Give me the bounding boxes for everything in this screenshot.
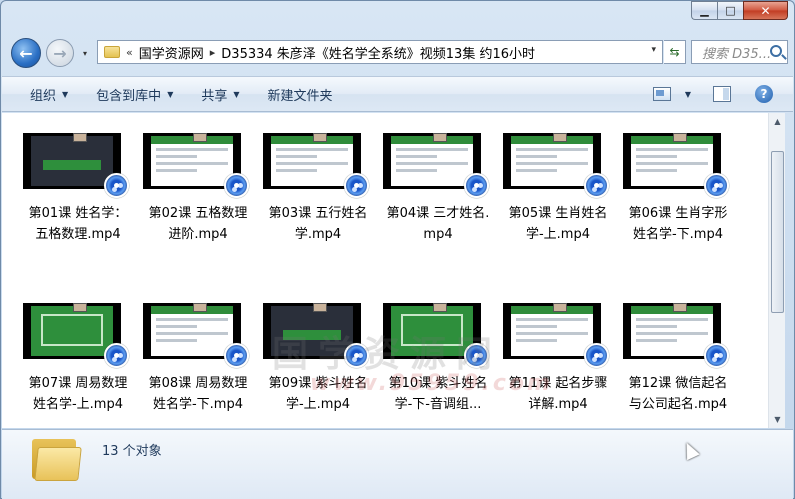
file-name-line2: 学-下-音调组... <box>394 397 482 412</box>
navigation-bar: ← → ▾ « 国学资源网 ▸ D35334 朱彦泽《姓名学全系统》视频13集 … <box>11 36 788 70</box>
search-icon[interactable] <box>770 45 782 57</box>
change-view-icon[interactable] <box>652 87 671 101</box>
file-name-line1: 第01课 姓名学： <box>28 206 128 221</box>
media-player-icon <box>464 173 489 198</box>
file-name-line1: 第08课 周易数理 <box>148 376 248 391</box>
file-name: 第04课 三才姓名. mp4 <box>380 203 496 245</box>
media-player-icon <box>344 343 369 368</box>
item-count: 13 个对象 <box>102 444 162 459</box>
address-bar[interactable]: « 国学资源网 ▸ D35334 朱彦泽《姓名学全系统》视频13集 约16小时 … <box>97 40 663 64</box>
explorer-window: ▁ □ ✕ ← → ▾ « 国学资源网 ▸ D35334 朱彦泽《姓名学全系统》… <box>0 0 795 499</box>
file-name-line2: 姓名学-下.mp4 <box>152 397 243 412</box>
media-player-icon <box>704 343 729 368</box>
file-name: 第11课 起名步骤 详解.mp4 <box>500 373 616 415</box>
media-player-icon <box>104 343 129 368</box>
media-player-icon <box>464 343 489 368</box>
file-name: 第08课 周易数理 姓名学-下.mp4 <box>140 373 256 415</box>
file-name-line1: 第12课 微信起名 <box>628 376 728 391</box>
close-button[interactable]: ✕ <box>743 1 788 20</box>
include-in-library-menu[interactable]: 包含到库中 ▼ <box>96 85 173 104</box>
file-list-area[interactable]: 第01课 姓名学： 五格数理.mp4 第02课 五格数理 进阶.mp4 第03课 五行姓… <box>2 113 768 428</box>
forward-button[interactable]: → <box>46 39 74 67</box>
preview-pane-icon[interactable] <box>713 86 731 102</box>
file-name-line2: 学-上.mp4 <box>285 397 350 412</box>
file-name: 第06课 生肖字形 姓名学-下.mp4 <box>620 203 736 245</box>
recent-pages-dropdown[interactable]: ▾ <box>83 49 87 58</box>
file-name-line1: 第07课 周易数理 <box>28 376 128 391</box>
help-icon[interactable]: ? <box>755 85 773 103</box>
media-player-icon <box>224 343 249 368</box>
search-input[interactable]: 搜索 D35... <box>691 40 788 64</box>
file-name-line1: 第03课 五行姓名 <box>268 206 368 221</box>
file-name: 第12课 微信起名 与公司起名.mp4 <box>620 373 736 415</box>
new-folder-button[interactable]: 新建文件夹 <box>268 85 333 104</box>
breadcrumb-item-current[interactable]: D35334 朱彦泽《姓名学全系统》视频13集 约16小时 <box>221 43 535 62</box>
maximize-button[interactable]: □ <box>717 1 743 20</box>
chevron-down-icon: ▼ <box>62 89 69 99</box>
back-button[interactable]: ← <box>11 38 41 68</box>
breadcrumb-separator[interactable]: ▸ <box>210 46 216 59</box>
chevron-down-icon: ▼ <box>233 89 240 99</box>
folder-icon <box>32 435 82 481</box>
view-options-dropdown[interactable]: ▼ <box>685 90 691 99</box>
media-player-icon <box>344 173 369 198</box>
organize-menu[interactable]: 组织 ▼ <box>30 85 68 104</box>
media-player-icon <box>224 173 249 198</box>
vertical-scrollbar[interactable]: ▲ ▼ <box>768 113 785 428</box>
toolbar-right: ▼ ? <box>652 85 773 103</box>
file-name-line1: 第05课 生肖姓名 <box>508 206 608 221</box>
file-name: 第09课 紫斗姓名 学-上.mp4 <box>260 373 376 415</box>
file-name: 第10课 紫斗姓名 学-下-音调组... <box>380 373 496 415</box>
caption-buttons: ▁ □ ✕ <box>691 1 788 20</box>
media-player-icon <box>584 173 609 198</box>
refresh-button[interactable]: ⇆ <box>664 40 686 64</box>
breadcrumb-item-root[interactable]: 国学资源网 <box>139 43 204 62</box>
file-name-line2: 学-上.mp4 <box>525 227 590 242</box>
file-name: 第05课 生肖姓名 学-上.mp4 <box>500 203 616 245</box>
scroll-thumb[interactable] <box>771 151 784 313</box>
command-bar: 组织 ▼ 包含到库中 ▼ 共享 ▼ 新建文件夹 ▼ ? <box>2 76 793 112</box>
minimize-button[interactable]: ▁ <box>691 1 717 20</box>
address-chevrons[interactable]: « <box>126 46 133 59</box>
file-name: 第07课 周易数理 姓名学-上.mp4 <box>20 373 136 415</box>
file-name-line2: 学.mp4 <box>294 227 342 242</box>
scroll-down-button[interactable]: ▼ <box>769 411 786 428</box>
new-folder-label: 新建文件夹 <box>267 88 333 104</box>
file-name: 第03课 五行姓名 学.mp4 <box>260 203 376 245</box>
file-name-line1: 第06课 生肖字形 <box>628 206 728 221</box>
file-name-line2: 姓名学-上.mp4 <box>32 397 123 412</box>
chevron-down-icon: ▼ <box>167 89 174 99</box>
media-player-icon <box>104 173 129 198</box>
organize-label: 组织 <box>30 88 57 104</box>
file-name-line1: 第02课 五格数理 <box>148 206 248 221</box>
address-dropdown-icon[interactable]: ▾ <box>651 45 656 55</box>
file-name-line2: 进阶.mp4 <box>168 227 228 242</box>
file-name-line2: 详解.mp4 <box>528 397 588 412</box>
share-menu[interactable]: 共享 ▼ <box>201 85 239 104</box>
file-name-line2: 五格数理.mp4 <box>35 227 121 242</box>
search-placeholder: 搜索 D35... <box>702 46 772 62</box>
details-pane: 13 个对象 <box>2 429 793 499</box>
file-name: 第02课 五格数理 进阶.mp4 <box>140 203 256 245</box>
file-name-line2: 与公司起名.mp4 <box>628 397 728 412</box>
file-name-line1: 第10课 紫斗姓名 <box>388 376 488 391</box>
file-name-line1: 第09课 紫斗姓名 <box>268 376 368 391</box>
file-name-line2: 姓名学-下.mp4 <box>632 227 723 242</box>
share-label: 共享 <box>201 88 228 104</box>
file-name-line2: mp4 <box>423 227 453 242</box>
media-player-icon <box>584 343 609 368</box>
scroll-up-button[interactable]: ▲ <box>769 113 786 130</box>
folder-icon <box>104 46 120 58</box>
file-name-line1: 第11课 起名步骤 <box>508 376 608 391</box>
include-in-library-label: 包含到库中 <box>96 88 162 104</box>
file-name: 第01课 姓名学： 五格数理.mp4 <box>20 203 136 245</box>
file-name-line1: 第04课 三才姓名. <box>386 206 490 221</box>
media-player-icon <box>704 173 729 198</box>
